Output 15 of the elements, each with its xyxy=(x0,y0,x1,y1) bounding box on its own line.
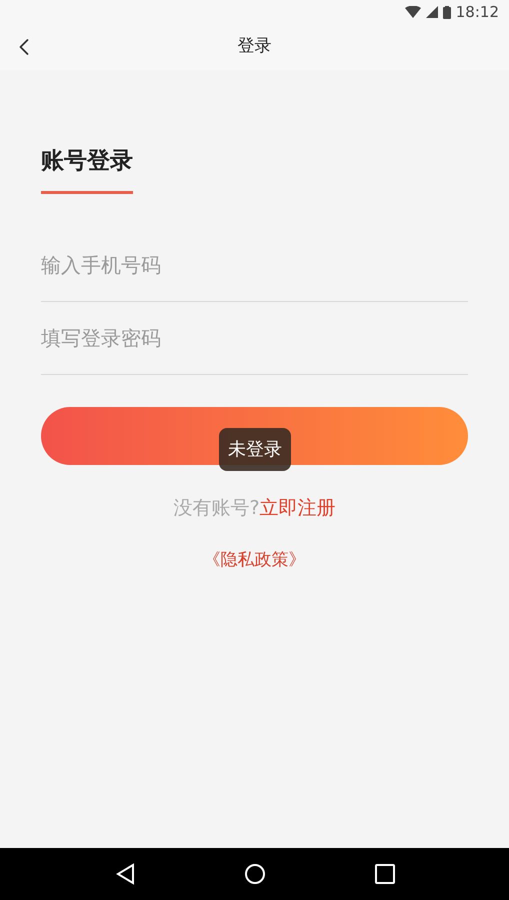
login-tab[interactable]: 账号登录 xyxy=(41,144,133,194)
register-prompt: 没有账号? xyxy=(173,496,260,520)
page-title: 登录 xyxy=(238,35,272,58)
privacy-link[interactable]: 《隐私政策》 xyxy=(204,548,306,574)
input-field[interactable]: 填写登录密码 xyxy=(41,302,468,374)
signal-icon xyxy=(426,6,438,18)
battery-icon xyxy=(442,6,451,18)
input-field[interactable]: 输入手机号码 xyxy=(41,228,468,302)
back-icon[interactable] xyxy=(114,863,134,885)
recents-icon[interactable] xyxy=(374,864,394,884)
wifi-icon xyxy=(404,6,421,18)
clock-text: 18:12 xyxy=(456,2,499,23)
register-link[interactable]: 立即注册 xyxy=(260,494,336,522)
home-icon[interactable] xyxy=(244,863,266,885)
toast: 未登录 xyxy=(219,428,291,470)
